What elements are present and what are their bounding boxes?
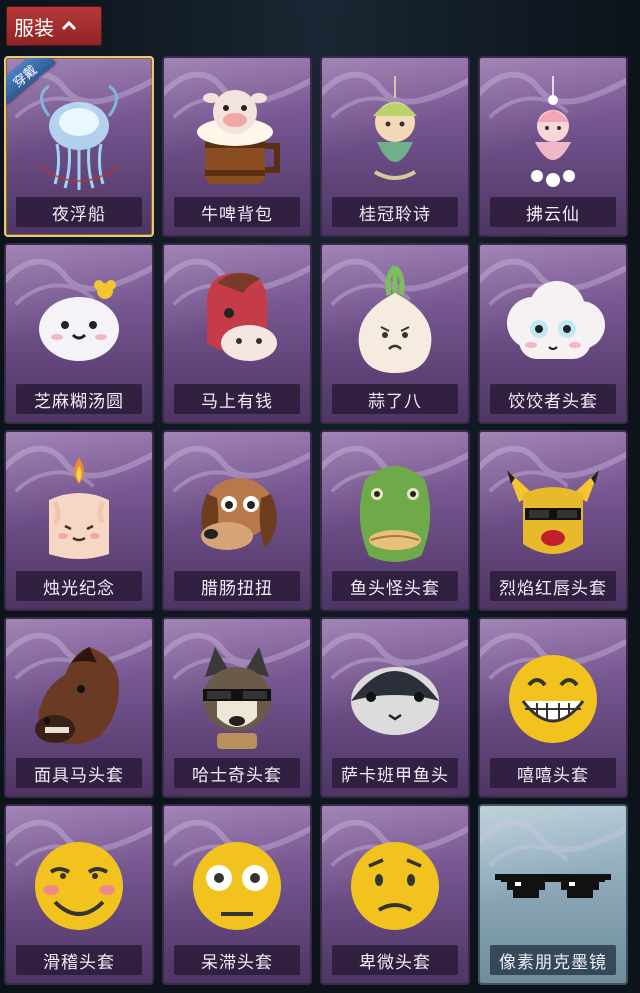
sacabambaspis-icon xyxy=(335,637,455,757)
costume-card[interactable]: 鱼头怪头套 xyxy=(320,430,470,611)
costume-name: 饺饺者头套 xyxy=(490,384,616,414)
chevron-up-icon xyxy=(62,19,76,33)
pixel-glasses-icon xyxy=(493,824,613,944)
cloud-fairy-charm-icon xyxy=(493,76,613,196)
costume-card[interactable]: 芝麻糊汤圆 xyxy=(4,243,154,424)
costume-name: 夜浮船 xyxy=(16,197,142,227)
costume-card[interactable]: 腊肠扭扭 xyxy=(162,430,312,611)
jellyfish-icon xyxy=(19,76,139,196)
costume-card[interactable]: 拂云仙 xyxy=(478,56,628,237)
candle-icon xyxy=(19,450,139,570)
costume-card[interactable]: 马上有钱 xyxy=(162,243,312,424)
smirk-emoji-icon xyxy=(19,824,139,944)
grin-emoji-icon xyxy=(493,637,613,757)
costume-card[interactable]: 滑稽头套 xyxy=(4,804,154,985)
costume-card[interactable]: 烈焰红唇头套 xyxy=(478,430,628,611)
costume-name: 像素朋克墨镜 xyxy=(490,945,616,975)
dachshund-icon xyxy=(177,450,297,570)
yellow-mouse-icon xyxy=(493,450,613,570)
costume-card[interactable]: 穿戴 夜浮船 xyxy=(4,56,154,237)
category-title: 服装 xyxy=(14,15,54,40)
costume-card[interactable]: 像素朋克墨镜 xyxy=(478,804,628,985)
costume-grid: 穿戴 夜浮船 牛啤背包 桂冠聆诗 拂云仙芝麻糊汤圆 马上有钱 蒜了八 饺饺者头套烛光纪念 腊肠扭… xyxy=(4,56,636,987)
costume-name: 烈焰红唇头套 xyxy=(490,571,616,601)
horse-mask-icon xyxy=(19,637,139,757)
laurel-charm-icon xyxy=(335,76,455,196)
costume-name: 萨卡班甲鱼头 xyxy=(332,758,458,788)
red-horse-icon xyxy=(177,263,297,383)
dumpling-icon xyxy=(19,263,139,383)
costume-name: 芝麻糊汤圆 xyxy=(16,384,142,414)
costume-card[interactable]: 蒜了八 xyxy=(320,243,470,424)
husky-icon xyxy=(177,637,297,757)
costume-card[interactable]: 哈士奇头套 xyxy=(162,617,312,798)
costume-card[interactable]: 饺饺者头套 xyxy=(478,243,628,424)
costume-name: 烛光纪念 xyxy=(16,571,142,601)
costume-card[interactable]: 桂冠聆诗 xyxy=(320,56,470,237)
costume-name: 鱼头怪头套 xyxy=(332,571,458,601)
costume-name: 哈士奇头套 xyxy=(174,758,300,788)
costume-name: 蒜了八 xyxy=(332,384,458,414)
costume-name: 马上有钱 xyxy=(174,384,300,414)
costume-name: 腊肠扭扭 xyxy=(174,571,300,601)
costume-name: 嘻嘻头套 xyxy=(490,758,616,788)
costume-card[interactable]: 呆滞头套 xyxy=(162,804,312,985)
costume-name: 呆滞头套 xyxy=(174,945,300,975)
costume-category-toggle[interactable]: 服装 xyxy=(6,6,102,46)
cloud-head-icon xyxy=(493,263,613,383)
costume-name: 桂冠聆诗 xyxy=(332,197,458,227)
stare-emoji-icon xyxy=(177,824,297,944)
costume-card[interactable]: 卑微头套 xyxy=(320,804,470,985)
costume-card[interactable]: 牛啤背包 xyxy=(162,56,312,237)
costume-name: 牛啤背包 xyxy=(174,197,300,227)
costume-page: 服装 穿戴 夜浮船 牛啤背包 桂冠聆诗 拂云仙芝麻糊汤圆 马上有钱 蒜了八 饺饺者头套烛光纪念… xyxy=(0,0,640,993)
costume-card[interactable]: 烛光纪念 xyxy=(4,430,154,611)
costume-name: 面具马头套 xyxy=(16,758,142,788)
fish-head-icon xyxy=(335,450,455,570)
costume-card[interactable]: 面具马头套 xyxy=(4,617,154,798)
costume-card[interactable]: 萨卡班甲鱼头 xyxy=(320,617,470,798)
costume-name: 滑稽头套 xyxy=(16,945,142,975)
cow-barrel-icon xyxy=(177,76,297,196)
costume-name: 卑微头套 xyxy=(332,945,458,975)
costume-card[interactable]: 嘻嘻头套 xyxy=(478,617,628,798)
garlic-icon xyxy=(335,263,455,383)
humble-emoji-icon xyxy=(335,824,455,944)
costume-name: 拂云仙 xyxy=(490,197,616,227)
